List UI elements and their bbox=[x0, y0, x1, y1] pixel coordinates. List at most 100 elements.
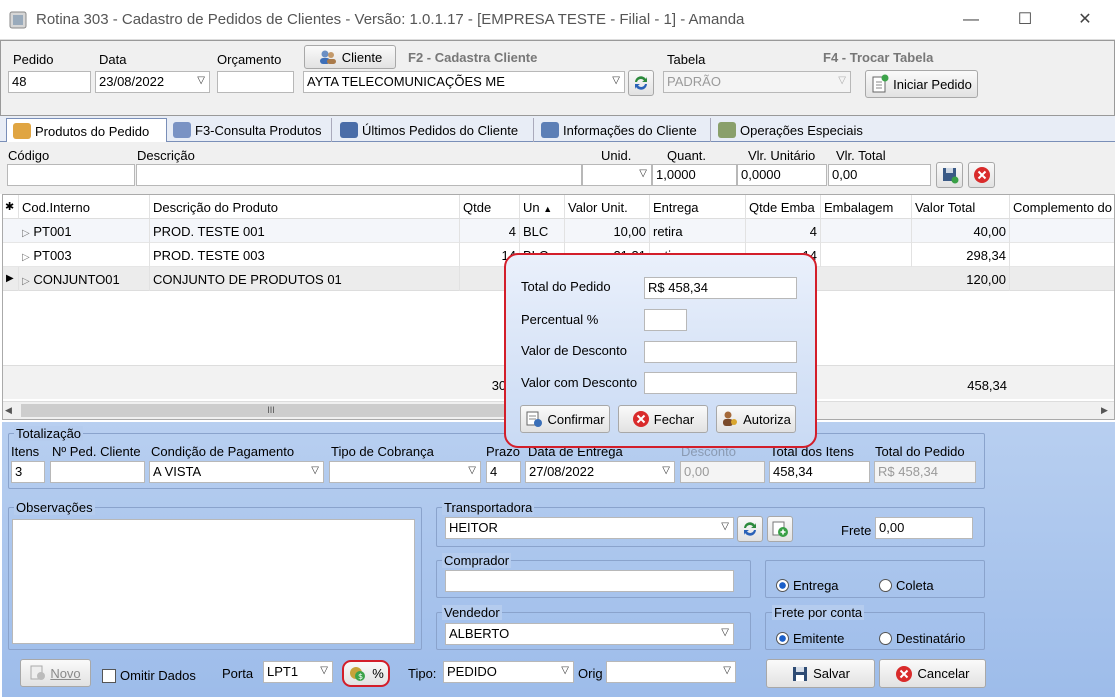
percent-discount-button[interactable]: $% bbox=[342, 660, 390, 687]
vendedor-select[interactable]: ALBERTO ▽ bbox=[445, 623, 734, 645]
radio-selected-icon bbox=[776, 579, 789, 592]
pedido-input[interactable]: 48 bbox=[8, 71, 91, 93]
tipo-label: Tipo: bbox=[408, 666, 437, 681]
popup-valor-desconto-label: Valor de Desconto bbox=[521, 343, 627, 358]
tab-produtos-pedido[interactable]: Produtos do Pedido bbox=[6, 118, 167, 143]
grid-cell: 4 bbox=[460, 219, 520, 243]
observacoes-textarea[interactable] bbox=[12, 519, 415, 644]
orcamento-input[interactable] bbox=[217, 71, 294, 93]
emitente-label: Emitente bbox=[793, 631, 845, 646]
total-itens-input[interactable]: 458,34 bbox=[769, 461, 870, 483]
grid-header[interactable]: Qtde bbox=[460, 195, 520, 219]
id-card-icon bbox=[541, 122, 559, 138]
popup-confirmar-button[interactable]: Confirmar bbox=[520, 405, 610, 433]
comprador-input[interactable] bbox=[445, 570, 734, 592]
f2-label: F2 - Cadastra Cliente bbox=[408, 50, 538, 65]
tab-ultimos-pedidos[interactable]: Últimos Pedidos do Cliente bbox=[334, 118, 534, 142]
grid-header[interactable]: Complemento do bbox=[1010, 195, 1114, 219]
tipo-cob-label: Tipo de Cobrança bbox=[331, 444, 434, 459]
tipo-select[interactable]: PEDIDO ▽ bbox=[443, 661, 574, 683]
data-entrega-picker[interactable]: 27/08/2022 ▽ bbox=[525, 461, 675, 483]
novo-button[interactable]: Novo bbox=[20, 659, 91, 687]
unid-select[interactable]: ▽ bbox=[582, 164, 652, 186]
save-icon bbox=[942, 168, 958, 184]
orig-select[interactable]: ▽ bbox=[606, 661, 736, 683]
frete-input[interactable]: 0,00 bbox=[875, 517, 973, 539]
popup-fechar-button[interactable]: Fechar bbox=[618, 405, 708, 433]
tab-operacoes-especiais[interactable]: Operações Especiais bbox=[712, 118, 882, 142]
iniciar-pedido-button[interactable]: Iniciar Pedido bbox=[865, 70, 978, 98]
grid-cell: 10,00 bbox=[565, 219, 650, 243]
nped-input[interactable] bbox=[50, 461, 145, 483]
expand-icon[interactable]: ▷ bbox=[22, 276, 30, 287]
salvar-button[interactable]: Salvar bbox=[766, 659, 875, 688]
destinatario-label: Destinatário bbox=[896, 631, 966, 646]
scroll-right-icon[interactable]: ▶ bbox=[1101, 405, 1108, 416]
grid-header[interactable]: Qtde Emba bbox=[746, 195, 821, 219]
emitente-radio[interactable]: Emitente bbox=[776, 631, 844, 646]
transportadora-select[interactable]: HEITOR ▽ bbox=[445, 517, 734, 539]
destinatario-radio[interactable]: Destinatário bbox=[879, 631, 965, 646]
save-item-button[interactable] bbox=[936, 162, 963, 188]
minimize-button[interactable]: — bbox=[956, 8, 986, 32]
refresh-transportadora-button[interactable] bbox=[737, 516, 763, 542]
grid-header[interactable]: Valor Total bbox=[912, 195, 1010, 219]
popup-valor-com-desconto-input[interactable] bbox=[644, 372, 797, 394]
itens-input[interactable]: 3 bbox=[11, 461, 45, 483]
expand-icon[interactable]: ▷ bbox=[22, 252, 30, 263]
add-transportadora-button[interactable] bbox=[767, 516, 793, 542]
popup-percentual-input[interactable] bbox=[644, 309, 687, 331]
grid-header[interactable]: Entrega bbox=[650, 195, 746, 219]
remove-item-button[interactable] bbox=[968, 162, 995, 188]
coleta-label: Coleta bbox=[896, 578, 934, 593]
cond-pag-value: A VISTA bbox=[153, 464, 202, 479]
refresh-cliente-button[interactable] bbox=[628, 70, 654, 96]
tab-consulta-produtos[interactable]: F3-Consulta Produtos bbox=[167, 118, 332, 142]
popup-total-input[interactable]: R$ 458,34 bbox=[644, 277, 797, 299]
scroll-left-icon[interactable]: ◀ bbox=[5, 405, 12, 416]
cond-pag-select[interactable]: A VISTA ▽ bbox=[149, 461, 324, 483]
grid-header[interactable]: Descrição do Produto bbox=[150, 195, 460, 219]
codigo-label: Código bbox=[8, 148, 50, 163]
popup-autoriza-button[interactable]: Autoriza bbox=[716, 405, 796, 433]
tabela-select[interactable]: PADRÃO ▽ bbox=[663, 71, 851, 93]
data-picker[interactable]: 23/08/2022 ▽ bbox=[95, 71, 210, 93]
quant-input[interactable]: 1,0000 bbox=[652, 164, 737, 186]
grid-header[interactable]: Cod.Interno bbox=[19, 195, 150, 219]
grid-header[interactable]: Embalagem bbox=[821, 195, 912, 219]
descricao-input[interactable] bbox=[136, 164, 582, 186]
grid-header[interactable]: Valor Unit. bbox=[565, 195, 650, 219]
chevron-down-icon: ▽ bbox=[838, 75, 846, 86]
coleta-radio[interactable]: Coleta bbox=[879, 578, 934, 593]
codigo-input[interactable] bbox=[7, 164, 135, 186]
vendedor-value: ALBERTO bbox=[449, 626, 510, 641]
users-icon bbox=[319, 50, 336, 64]
vlr-unit-input[interactable]: 0,0000 bbox=[737, 164, 827, 186]
porta-select[interactable]: LPT1 ▽ bbox=[263, 661, 333, 683]
expand-icon[interactable]: ▷ bbox=[22, 228, 30, 239]
tabela-label: Tabela bbox=[667, 52, 706, 67]
total-pedido-input[interactable]: R$ 458,34 bbox=[874, 461, 976, 483]
transportadora-value: HEITOR bbox=[449, 520, 498, 535]
grid-cell: BLC bbox=[520, 219, 565, 243]
cliente-button[interactable]: Cliente bbox=[304, 45, 396, 69]
maximize-button[interactable]: ☐ bbox=[1010, 8, 1040, 32]
omitir-checkbox[interactable]: Omitir Dados bbox=[102, 668, 196, 683]
scroll-thumb[interactable]: III bbox=[21, 404, 521, 417]
cancelar-button[interactable]: Cancelar bbox=[879, 659, 986, 688]
cell-cod: CONJUNTO01 bbox=[33, 272, 120, 287]
popup-valor-desconto-input[interactable] bbox=[644, 341, 797, 363]
tipo-cob-select[interactable]: ▽ bbox=[329, 461, 481, 483]
grid-header-un[interactable]: Un ▲ bbox=[520, 195, 565, 219]
money-discount-icon: $ bbox=[350, 666, 366, 681]
delete-icon bbox=[973, 167, 990, 183]
entrega-label: Entrega bbox=[793, 578, 839, 593]
entrega-radio[interactable]: Entrega bbox=[776, 578, 839, 593]
omitir-label: Omitir Dados bbox=[120, 668, 196, 683]
tab-informacoes-cliente[interactable]: Informações do Cliente bbox=[535, 118, 711, 142]
cliente-select[interactable]: AYTA TELECOMUNICAÇÕES ME ▽ bbox=[303, 71, 625, 93]
prazo-input[interactable]: 4 bbox=[486, 461, 521, 483]
close-button[interactable]: ✕ bbox=[1070, 8, 1100, 32]
vlr-total-input[interactable]: 0,00 bbox=[828, 164, 931, 186]
desconto-input[interactable]: 0,00 bbox=[680, 461, 765, 483]
